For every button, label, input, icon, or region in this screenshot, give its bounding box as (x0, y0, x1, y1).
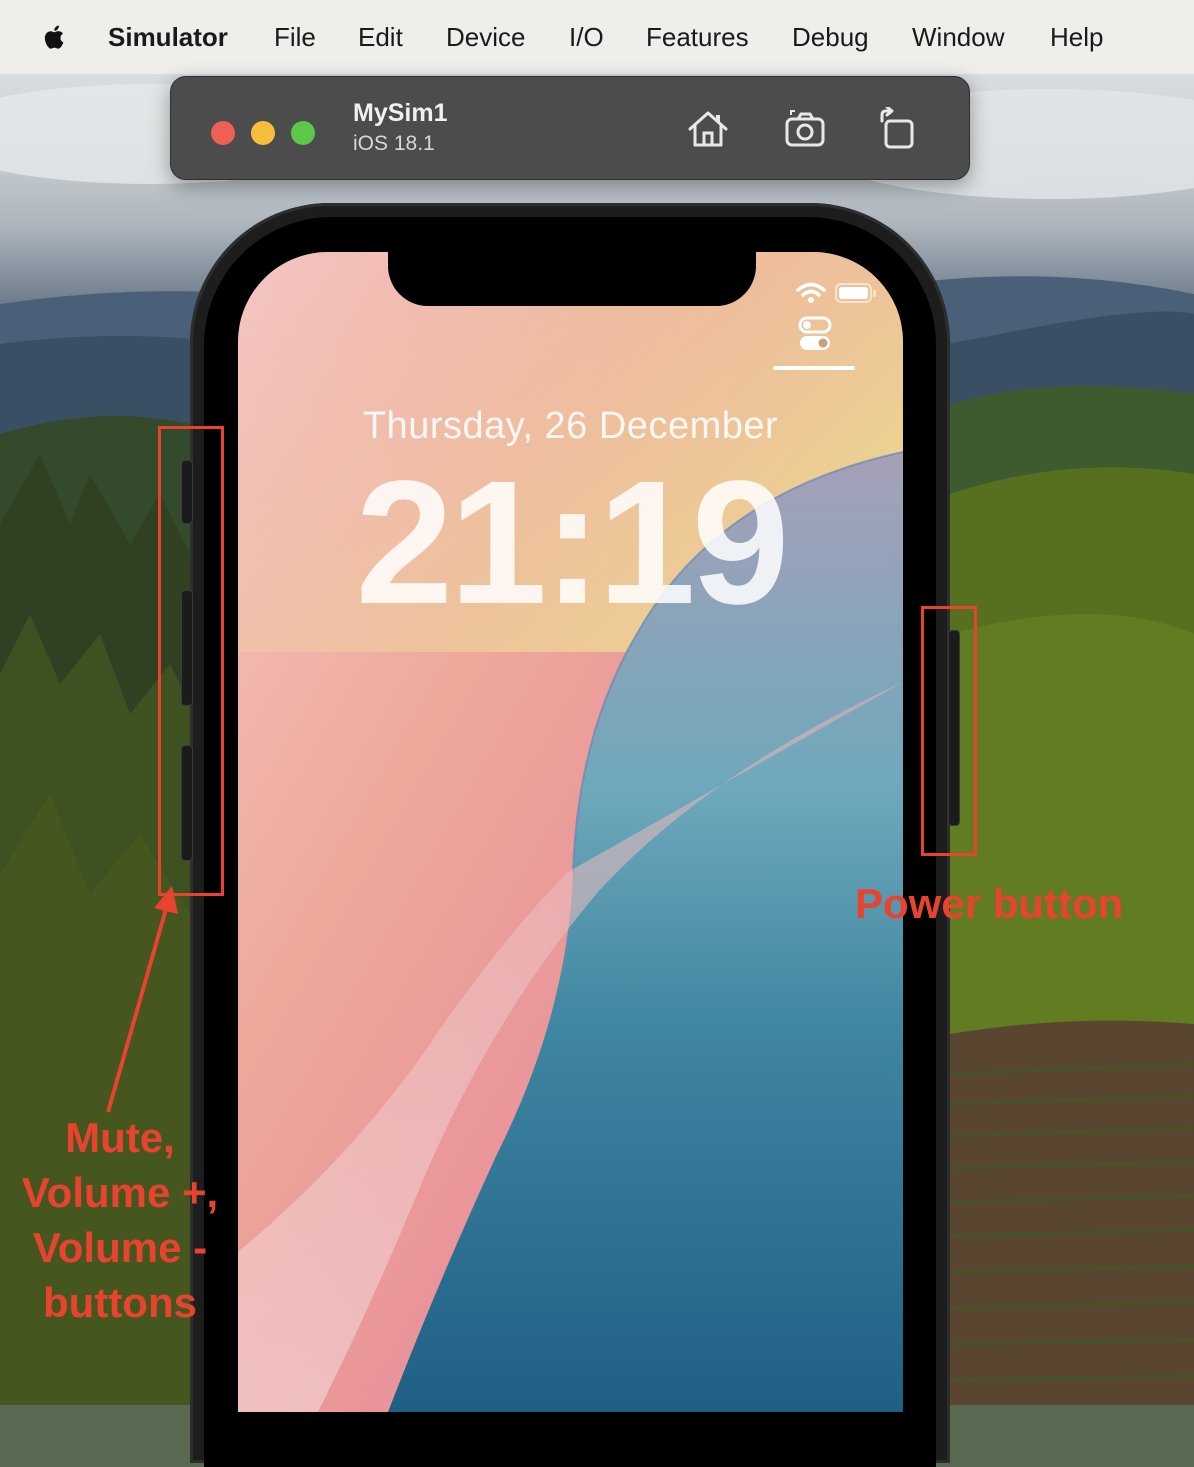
apple-logo-icon[interactable] (40, 22, 70, 52)
lock-screen-time: 21:19 (355, 445, 789, 641)
volume-label-line: buttons (43, 1279, 197, 1326)
menu-help[interactable]: Help (1050, 20, 1103, 54)
volume-label-line: Mute, (65, 1114, 175, 1161)
window-minimize-button[interactable] (251, 121, 275, 145)
power-button-label: Power button (855, 880, 1124, 927)
simulator-toolbar: MySim1 iOS 18.1 (170, 76, 970, 180)
window-zoom-button[interactable] (291, 121, 315, 145)
home-icon[interactable] (686, 107, 730, 151)
menu-window[interactable]: Window (912, 20, 1004, 54)
volume-buttons-highlight (158, 426, 224, 896)
volume-label-line: Volume - (32, 1224, 208, 1271)
menu-file[interactable]: File (274, 20, 316, 54)
control-indicator (773, 366, 855, 370)
device-notch (388, 226, 756, 306)
lock-screen-date: Thursday, 26 December (362, 405, 779, 447)
volume-label-line: Volume +, (21, 1169, 219, 1216)
menu-bar: Simulator File Edit Device I/O Features … (0, 0, 1194, 74)
toggle-icon[interactable] (798, 316, 832, 352)
wifi-icon (796, 282, 826, 303)
annotation-arrow (106, 886, 178, 1113)
power-button-highlight (921, 606, 977, 856)
menu-debug[interactable]: Debug (792, 20, 869, 54)
screenshot-icon[interactable] (784, 107, 828, 151)
simulator-os-version: iOS 18.1 (353, 132, 435, 155)
menu-device[interactable]: Device (446, 20, 525, 54)
volume-buttons-label: Mute, Volume +, Volume - buttons (0, 1110, 240, 1330)
battery-icon (835, 283, 876, 303)
menu-features[interactable]: Features (646, 20, 749, 54)
menu-app-name[interactable]: Simulator (108, 20, 228, 54)
menu-edit[interactable]: Edit (358, 20, 403, 54)
rotate-icon[interactable] (876, 107, 920, 151)
simulator-name: MySim1 (353, 99, 448, 127)
menu-io[interactable]: I/O (569, 20, 604, 54)
window-close-button[interactable] (211, 121, 235, 145)
